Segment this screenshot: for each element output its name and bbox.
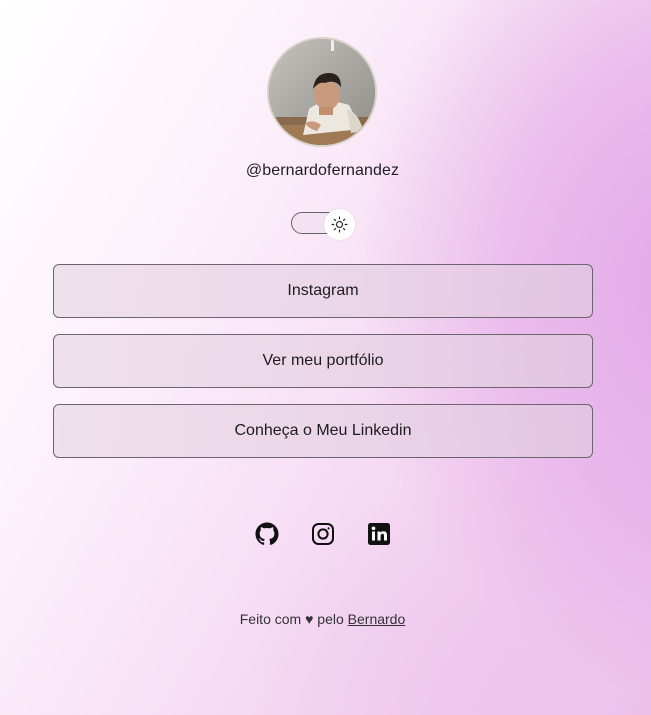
username: @bernardofernandez xyxy=(245,162,400,179)
footer: Feito com ♥ pelo Bernardo xyxy=(0,611,645,627)
footer-text: Feito com ♥ pelo xyxy=(239,611,344,627)
linkedin-link-button[interactable]: Conheça o Meu Linkedin xyxy=(53,404,593,458)
theme-toggle-knob[interactable] xyxy=(324,209,355,240)
github-icon[interactable] xyxy=(255,522,279,546)
profile-page: @bernardofernandez Instagram Ver meu por… xyxy=(0,0,651,715)
sun-icon xyxy=(331,216,348,233)
footer-author-link[interactable]: Bernardo xyxy=(348,611,406,627)
instagram-link-button[interactable]: Instagram xyxy=(53,264,593,318)
avatar-photo xyxy=(269,39,375,145)
instagram-icon[interactable] xyxy=(311,522,335,546)
portfolio-link-button[interactable]: Ver meu portfólio xyxy=(53,334,593,388)
linkedin-icon[interactable] xyxy=(367,522,391,546)
avatar xyxy=(267,37,377,147)
